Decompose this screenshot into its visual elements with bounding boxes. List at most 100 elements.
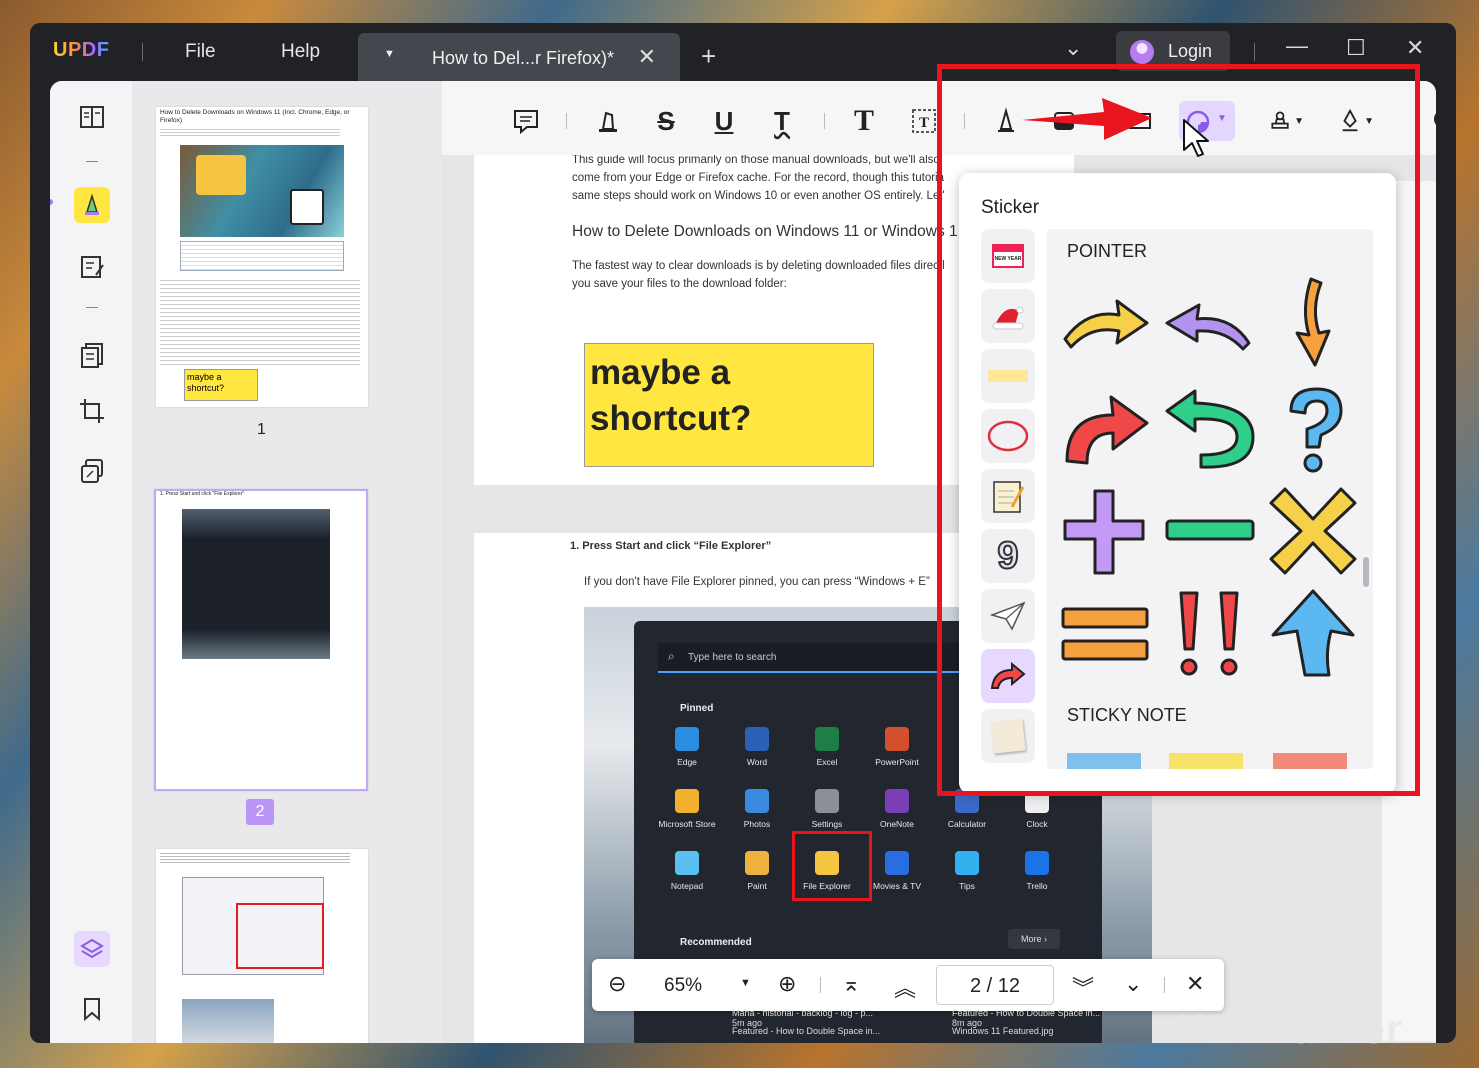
sticker-category-pointer[interactable] bbox=[981, 649, 1035, 703]
divider bbox=[86, 307, 98, 308]
workspace: How to Delete Downloads on Windows 11 (I… bbox=[50, 81, 1436, 1043]
rec-item-name: Featured - How to Double Space in... bbox=[952, 1008, 1101, 1018]
sticker-scrollbar[interactable] bbox=[1363, 557, 1369, 587]
app-tile[interactable]: Excel bbox=[792, 727, 862, 783]
underline-icon[interactable]: U bbox=[706, 103, 742, 139]
sticker-category-tape[interactable] bbox=[981, 349, 1035, 403]
comment-tool-icon[interactable] bbox=[74, 187, 110, 223]
sticker-arrow-down-orange[interactable] bbox=[1265, 273, 1361, 369]
section-heading: How to Delete Downloads on Windows 11 or… bbox=[572, 223, 958, 240]
sticker-category-sticky-note[interactable] bbox=[981, 709, 1035, 763]
crop-icon[interactable] bbox=[74, 393, 110, 429]
sticker-category-numbers[interactable]: 9 bbox=[981, 529, 1035, 583]
app-tile[interactable]: Notepad bbox=[652, 851, 722, 907]
sticker-cross-yellow[interactable] bbox=[1265, 483, 1361, 579]
sticker-arrow-curve-red[interactable] bbox=[1057, 381, 1153, 477]
squiggly-underline-icon[interactable]: T bbox=[764, 103, 800, 139]
minimize-icon[interactable]: — bbox=[1286, 33, 1308, 59]
app-tile[interactable]: Movies & TV bbox=[862, 851, 932, 907]
chevron-down-icon[interactable]: ⌄ bbox=[1064, 35, 1082, 61]
zoom-in-icon[interactable]: ⊕ bbox=[778, 971, 796, 997]
sticker-plus-purple[interactable] bbox=[1057, 483, 1153, 579]
reader-icon[interactable] bbox=[74, 99, 110, 135]
highlighter-icon[interactable] bbox=[590, 103, 626, 139]
next-page-icon[interactable]: ︾ bbox=[1072, 971, 1094, 1003]
thumbnail-page-3[interactable] bbox=[156, 849, 368, 1043]
thumbnail-page-1[interactable]: How to Delete Downloads on Windows 11 (I… bbox=[156, 107, 368, 407]
previous-page-icon[interactable]: ︽ bbox=[894, 971, 916, 1003]
sticker-arrow-up-blue[interactable] bbox=[1265, 587, 1361, 683]
sticker-arrow-right-yellow[interactable] bbox=[1057, 273, 1153, 369]
strikethrough-icon[interactable]: S bbox=[648, 103, 684, 139]
document-tab[interactable]: ▼ How to Del...r Firefox)* ✕ bbox=[358, 33, 680, 81]
text-tool-icon[interactable]: T bbox=[846, 103, 882, 139]
text-box-icon[interactable]: T bbox=[906, 103, 942, 139]
app-icon bbox=[815, 727, 839, 751]
sticky-note-red[interactable] bbox=[1273, 753, 1347, 769]
close-window-icon[interactable]: ✕ bbox=[1406, 35, 1424, 61]
sticky-note-annotation[interactable]: maybe a shortcut? bbox=[584, 343, 874, 467]
thumbnail-text bbox=[160, 127, 340, 137]
zoom-level[interactable]: 65% bbox=[664, 975, 702, 997]
app-tile[interactable]: Tips bbox=[932, 851, 1002, 907]
page-number-input[interactable]: 2 / 12 bbox=[936, 965, 1054, 1005]
zoom-out-icon[interactable]: ⊖ bbox=[608, 971, 626, 997]
app-tile[interactable]: Word bbox=[722, 727, 792, 783]
sticker-category-christmas[interactable] bbox=[981, 289, 1035, 343]
close-tab-icon[interactable]: ✕ bbox=[638, 44, 656, 70]
convert-icon[interactable] bbox=[74, 453, 110, 489]
app-tile[interactable]: Clock bbox=[1002, 789, 1072, 845]
sticker-arrow-left-purple[interactable] bbox=[1161, 273, 1257, 369]
sticker-category-paper-plane[interactable] bbox=[981, 589, 1035, 643]
left-tool-rail bbox=[50, 81, 132, 1043]
sticky-note-blue[interactable] bbox=[1067, 753, 1141, 769]
sticker-exclamation-red[interactable] bbox=[1161, 587, 1257, 683]
app-tile[interactable]: Calculator bbox=[932, 789, 1002, 845]
sticker-category-circle[interactable] bbox=[981, 409, 1035, 463]
recommended-item[interactable]: Featured - How to Double Space in... 8m … bbox=[952, 1008, 1152, 1028]
bookmark-icon[interactable] bbox=[74, 991, 110, 1027]
thumbnail-page-2[interactable]: 1. Press Start and click "File Explorer" bbox=[154, 489, 368, 791]
maximize-icon[interactable]: ☐ bbox=[1346, 35, 1366, 61]
app-tile[interactable]: Paint bbox=[722, 851, 792, 907]
zoom-dropdown-icon[interactable]: ▼ bbox=[740, 977, 751, 989]
app-tile[interactable]: Trello bbox=[1002, 851, 1072, 907]
rec-item-name[interactable]: Featured - How to Double Space in... bbox=[732, 1026, 880, 1036]
divider bbox=[86, 161, 98, 162]
search-icon[interactable] bbox=[1427, 103, 1436, 139]
sticker-equals-orange[interactable] bbox=[1057, 587, 1153, 683]
signature-icon[interactable]: ▼ bbox=[1338, 103, 1374, 139]
app-tile[interactable]: Photos bbox=[722, 789, 792, 845]
sticky-note-yellow[interactable] bbox=[1169, 753, 1243, 769]
pencil-icon[interactable] bbox=[988, 103, 1024, 139]
rec-item-name[interactable]: Windows 11 Featured.jpg bbox=[952, 1026, 1053, 1036]
app-icon bbox=[745, 789, 769, 813]
app-label: Settings bbox=[811, 819, 843, 829]
last-page-icon[interactable]: ⌄ bbox=[1124, 971, 1142, 997]
sticker-question-mark-blue[interactable] bbox=[1265, 381, 1361, 477]
app-icon bbox=[955, 851, 979, 875]
layers-icon[interactable] bbox=[74, 931, 110, 967]
stamp-icon[interactable]: ▼ bbox=[1268, 103, 1304, 139]
app-tile[interactable]: Edge bbox=[652, 727, 722, 783]
sticker-category-new-year[interactable]: NEW YEAR bbox=[981, 229, 1035, 283]
menu-file[interactable]: File bbox=[185, 41, 216, 63]
sticker-minus-green[interactable] bbox=[1161, 483, 1257, 579]
app-tile[interactable]: Microsoft Store bbox=[652, 789, 722, 845]
login-button[interactable]: Login bbox=[1116, 31, 1230, 71]
app-tile[interactable]: OneNote bbox=[862, 789, 932, 845]
first-page-icon[interactable]: ⌅ bbox=[842, 971, 860, 997]
edit-pdf-icon[interactable] bbox=[74, 249, 110, 285]
close-zoom-bar-icon[interactable]: ✕ bbox=[1186, 971, 1204, 997]
new-tab-icon[interactable]: + bbox=[701, 41, 716, 72]
menu-help[interactable]: Help bbox=[281, 41, 320, 63]
sticker-dropdown-icon[interactable]: ▼ bbox=[1217, 113, 1227, 124]
tab-dropdown-icon[interactable]: ▼ bbox=[384, 48, 395, 60]
more-button[interactable]: More › bbox=[1008, 929, 1060, 949]
sticky-note-tool-icon[interactable] bbox=[508, 103, 544, 139]
sticker-panel-title: Sticker bbox=[981, 197, 1040, 218]
sticker-category-notepad[interactable] bbox=[981, 469, 1035, 523]
organize-pages-icon[interactable] bbox=[74, 337, 110, 373]
sticker-arrow-uturn-green[interactable] bbox=[1161, 381, 1257, 477]
app-tile[interactable]: PowerPoint bbox=[862, 727, 932, 783]
